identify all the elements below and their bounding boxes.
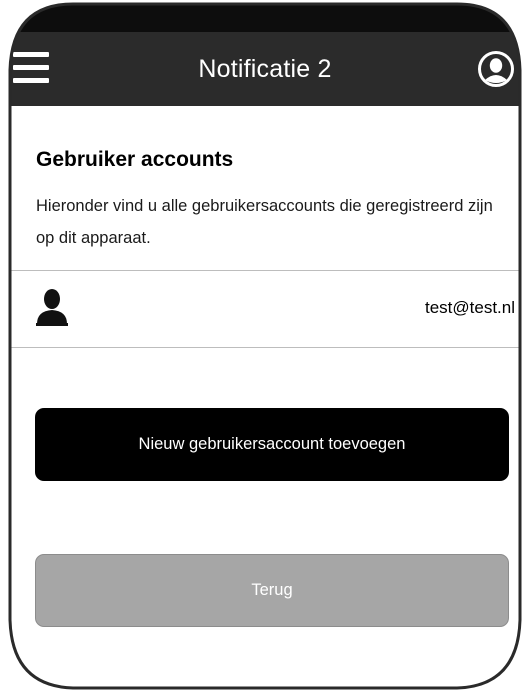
hamburger-menu-icon[interactable] (13, 52, 49, 84)
person-icon (35, 288, 69, 328)
add-account-button[interactable]: Nieuw gebruikersaccount toevoegen (35, 408, 509, 481)
account-email: test@test.nl (424, 298, 515, 317)
section-description: Hieronder vind u alle gebruikersaccounts… (36, 197, 493, 247)
section-title: Gebruiker accounts (36, 148, 234, 171)
divider-bottom (0, 347, 530, 348)
app-header: Notificatie 2 (0, 32, 530, 106)
back-button[interactable]: Terug (35, 554, 509, 627)
status-bar (0, 0, 530, 32)
account-list-item[interactable]: test@test.nl (0, 271, 530, 347)
user-circle-icon[interactable] (478, 51, 514, 87)
app-screen: Notificatie 2 Gebruiker accounts Hierond… (0, 0, 530, 693)
page-title: Notificatie 2 (198, 55, 332, 83)
